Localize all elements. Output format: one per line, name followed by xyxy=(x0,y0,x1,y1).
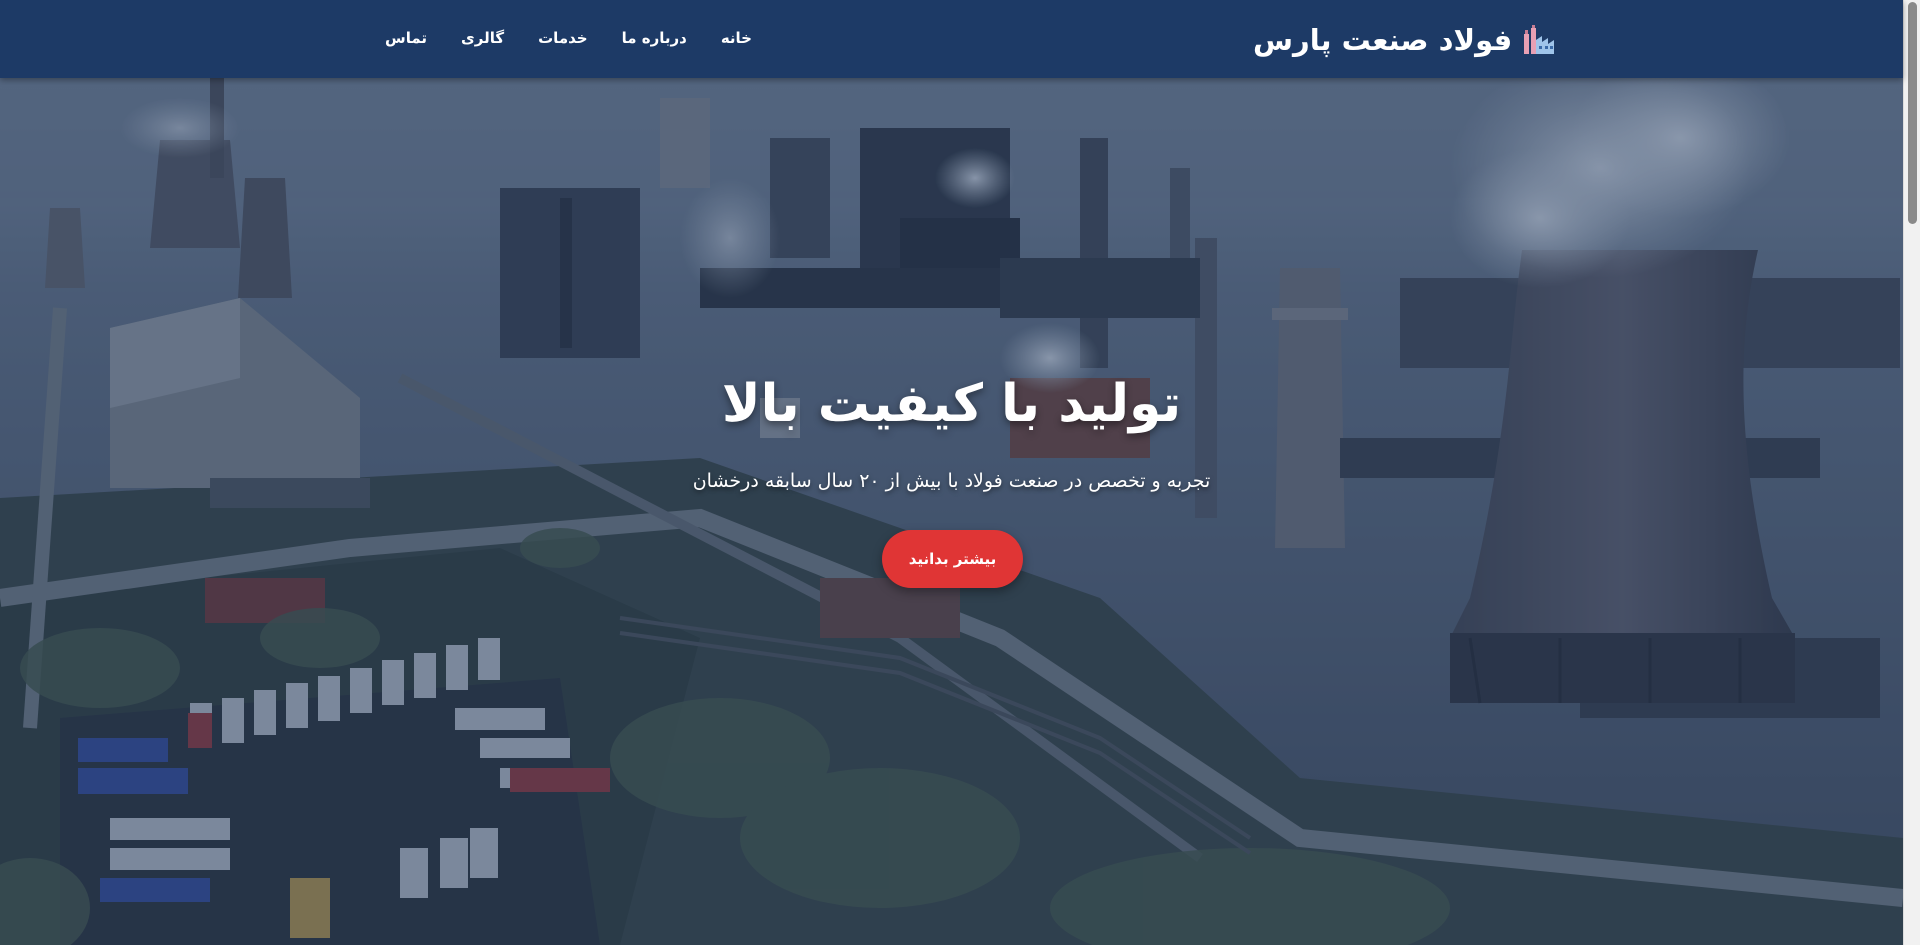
brand-title: فولاد صنعت پارس xyxy=(1253,23,1513,57)
navbar: فولاد صنعت پارس خانه درباره ما خدمات گال… xyxy=(0,0,1903,78)
nav-menu: خانه درباره ما خدمات گالری تماس xyxy=(385,28,752,47)
learn-more-button[interactable]: بیشتر بدانید xyxy=(882,530,1023,588)
nav-item-home: خانه xyxy=(721,28,752,47)
nav-item-services: خدمات xyxy=(538,28,587,47)
scrollbar-thumb[interactable] xyxy=(1908,2,1917,224)
hero-section: تولید با کیفیت بالا تجربه و تخصص در صنعت… xyxy=(0,78,1903,945)
page-scrollbar[interactable] xyxy=(1903,0,1920,945)
nav-link-gallery[interactable]: گالری xyxy=(461,29,504,47)
nav-link-services[interactable]: خدمات xyxy=(538,29,587,47)
nav-item-gallery: گالری xyxy=(461,28,504,47)
page: فولاد صنعت پارس خانه درباره ما خدمات گال… xyxy=(0,0,1920,945)
hero-subtitle: تجربه و تخصص در صنعت فولاد با بیش از ۲۰ … xyxy=(692,470,1211,492)
hero-title: تولید با کیفیت بالا xyxy=(721,374,1182,434)
nav-link-home[interactable]: خانه xyxy=(721,29,752,47)
factory-icon xyxy=(1524,25,1555,54)
nav-item-about: درباره ما xyxy=(622,28,687,47)
nav-item-contact: تماس xyxy=(385,28,427,47)
brand-logo-link[interactable]: فولاد صنعت پارس xyxy=(1253,20,1556,60)
hero-content: تولید با کیفیت بالا تجربه و تخصص در صنعت… xyxy=(0,78,1903,945)
nav-link-contact[interactable]: تماس xyxy=(385,29,427,47)
nav-link-about[interactable]: درباره ما xyxy=(622,29,687,47)
